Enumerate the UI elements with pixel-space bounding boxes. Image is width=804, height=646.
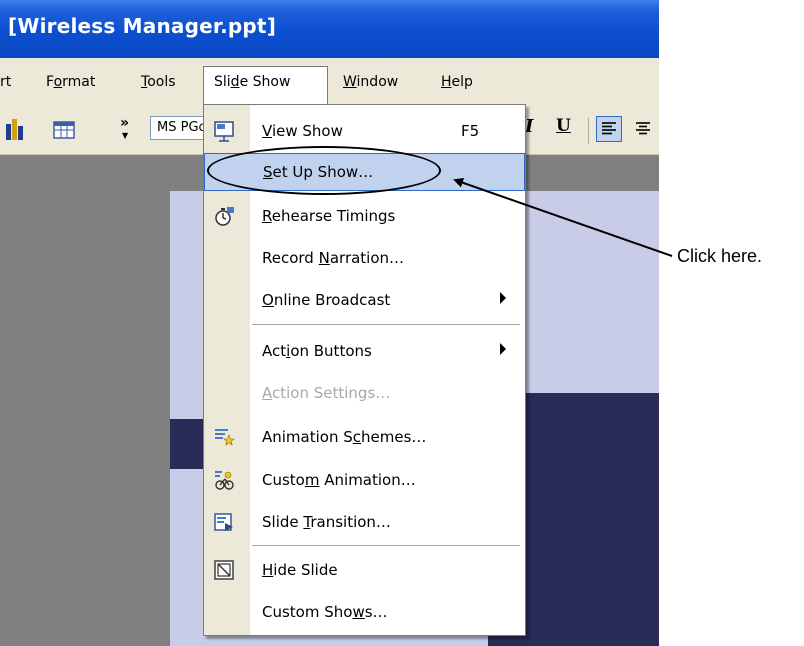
annotation-arrow [453, 177, 673, 257]
annotation-label: Click here. [677, 246, 763, 266]
